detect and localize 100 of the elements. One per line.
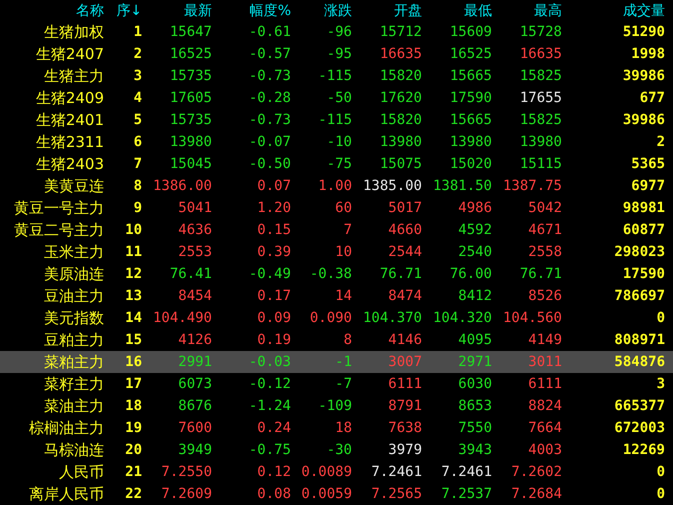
table-cell-text: 15045: [170, 155, 212, 174]
table-cell-text: 808971: [614, 331, 665, 350]
table-cell-text: 6073: [178, 375, 212, 394]
table-row[interactable]: 美元指数 14 104.490 0.09 0.090 104.370 104.320 104.560 0: [0, 307, 673, 329]
table-cell-text: -0.73: [248, 67, 291, 86]
table-cell-text: -50: [326, 89, 352, 108]
table-cell-text: 76.00: [450, 265, 492, 284]
table-cell-text: 2: [656, 133, 665, 152]
row-number: 8: [134, 177, 142, 196]
table-row[interactable]: 菜籽主力 17 6073 -0.12 -7 6111 6030 6111 3: [0, 373, 673, 395]
table-cell-text: 17655: [520, 89, 562, 108]
table-cell-text: 4003: [528, 441, 562, 460]
column-header[interactable]: 名称: [76, 0, 104, 20]
table-cell-text: 0.15: [257, 221, 291, 240]
instrument-name: 豆油主力: [44, 286, 104, 306]
instrument-name: 黄豆二号主力: [14, 220, 104, 240]
table-row[interactable]: 豆油主力 13 8454 0.17 14 8474 8412 8526 786697: [0, 285, 673, 307]
column-header[interactable]: 最低: [464, 0, 492, 20]
table-row[interactable]: 生猪2409 4 17605 -0.28 -50 17620 17590 17655 677: [0, 87, 673, 109]
column-header[interactable]: 最新: [184, 0, 212, 20]
table-cell-text: 4149: [528, 331, 562, 350]
table-cell-text: 2544: [388, 243, 422, 262]
column-header[interactable]: 涨跌: [324, 0, 352, 20]
table-row[interactable]: 人民币 21 7.2550 0.12 0.0089 7.2461 7.2461 7.2602 0: [0, 461, 673, 483]
instrument-name: 人民币: [59, 462, 104, 482]
table-cell-text: 98981: [622, 199, 665, 218]
table-cell-text: 3979: [388, 441, 422, 460]
table-row[interactable]: 玉米主力 11 2553 0.39 10 2544 2540 2558 298023: [0, 241, 673, 263]
table-cell-text: -30: [326, 441, 352, 460]
table-cell-text: 15665: [450, 67, 492, 86]
table-row[interactable]: 马棕油连 20 3949 -0.75 -30 3979 3943 4003 12269: [0, 439, 673, 461]
table-cell-text: 15115: [520, 155, 562, 174]
column-header[interactable]: 最高: [534, 0, 562, 20]
table-cell-text: 7600: [178, 419, 212, 438]
table-row[interactable]: 菜油主力 18 8676 -1.24 -109 8791 8653 8824 665377: [0, 395, 673, 417]
table-cell-text: 6111: [388, 375, 422, 394]
table-row[interactable]: 离岸人民币 22 7.2609 0.08 0.0059 7.2565 7.2537 7.2684 0: [0, 483, 673, 505]
table-cell-text: 17590: [450, 89, 492, 108]
row-number: 19: [125, 419, 142, 438]
column-header[interactable]: 成交量: [623, 0, 665, 20]
table-cell-text: 4986: [458, 199, 492, 218]
instrument-name: 菜籽主力: [44, 374, 104, 394]
table-cell-text: 104.370: [362, 309, 422, 328]
table-cell-text: 3949: [178, 441, 212, 460]
table-row[interactable]: 生猪主力 3 15735 -0.73 -115 15820 15665 15825 39986: [0, 65, 673, 87]
table-cell-text: 39986: [622, 111, 665, 130]
table-cell-text: 0.0059: [301, 485, 352, 504]
row-number: 15: [125, 331, 142, 350]
table-cell-text: -1: [335, 353, 352, 372]
table-cell-text: 7: [344, 221, 352, 240]
table-cell-text: 17590: [622, 265, 665, 284]
table-cell-text: 8454: [178, 287, 212, 306]
table-row[interactable]: 豆粕主力 15 4126 0.19 8 4146 4095 4149 808971: [0, 329, 673, 351]
table-row[interactable]: 黄豆二号主力 10 4636 0.15 7 4660 4592 4671 60877: [0, 219, 673, 241]
table-cell-text: -0.57: [248, 45, 291, 64]
table-cell-text: 0.12: [257, 463, 291, 482]
table-cell-text: 6111: [528, 375, 562, 394]
table-cell-text: -1.24: [248, 397, 291, 416]
table-cell-text: 786697: [614, 287, 665, 306]
table-row[interactable]: 棕榈油主力 19 7600 0.24 18 7638 7550 7664 672003: [0, 417, 673, 439]
table-cell-text: 0: [656, 309, 665, 328]
table-row[interactable]: 生猪加权 1 15647 -0.61 -96 15712 15609 15728 51290: [0, 21, 673, 43]
table-cell-text: 0.08: [257, 485, 291, 504]
table-cell-text: -0.75: [248, 441, 291, 460]
table-cell-text: 15820: [380, 111, 422, 130]
column-header[interactable]: 序↓: [116, 0, 142, 20]
table-row[interactable]: 美黄豆连 8 1386.00 0.07 1.00 1385.00 1381.50 1387.75 6977: [0, 175, 673, 197]
table-cell-text: 7.2565: [371, 485, 422, 504]
row-number: 21: [125, 463, 142, 482]
row-number: 20: [125, 441, 142, 460]
table-row[interactable]: 生猪2407 2 16525 -0.57 -95 16635 16525 16635 1998: [0, 43, 673, 65]
instrument-name: 生猪主力: [44, 66, 104, 86]
table-row[interactable]: 黄豆一号主力 9 5041 1.20 60 5017 4986 5042 98981: [0, 197, 673, 219]
table-cell-text: 6030: [458, 375, 492, 394]
table-cell-text: -0.50: [248, 155, 291, 174]
table-cell-text: 0.090: [310, 309, 352, 328]
table-cell-text: 0.17: [257, 287, 291, 306]
table-cell-text: -0.49: [248, 265, 291, 284]
table-cell-text: -0.12: [248, 375, 291, 394]
table-cell-text: 7.2609: [161, 485, 212, 504]
column-header[interactable]: 开盘: [394, 0, 422, 20]
table-row[interactable]: 生猪2401 5 15735 -0.73 -115 15820 15665 15825 39986: [0, 109, 673, 131]
table-cell-text: 17620: [380, 89, 422, 108]
table-cell-text: 0.07: [257, 177, 291, 196]
table-cell-text: 298023: [614, 243, 665, 262]
table-cell-text: 76.71: [520, 265, 562, 284]
row-number: 4: [134, 89, 142, 108]
table-cell-text: 0.09: [257, 309, 291, 328]
table-cell-text: -0.38: [310, 265, 352, 284]
table-row[interactable]: 菜粕主力 16 2991 -0.03 -1 3007 2971 3011 584876: [0, 351, 673, 373]
row-number: 5: [134, 111, 142, 130]
table-cell-text: 15735: [170, 67, 212, 86]
table-cell-text: 1998: [631, 45, 665, 64]
table-row[interactable]: 生猪2311 6 13980 -0.07 -10 13980 13980 13980 2: [0, 131, 673, 153]
table-cell-text: 4592: [458, 221, 492, 240]
table-row[interactable]: 美原油连 12 76.41 -0.49 -0.38 76.71 76.00 76.71 17590: [0, 263, 673, 285]
table-cell-text: 4095: [458, 331, 492, 350]
table-row[interactable]: 生猪2403 7 15045 -0.50 -75 15075 15020 15115 5365: [0, 153, 673, 175]
table-cell-text: 7638: [388, 419, 422, 438]
column-header[interactable]: 幅度%: [250, 0, 291, 20]
